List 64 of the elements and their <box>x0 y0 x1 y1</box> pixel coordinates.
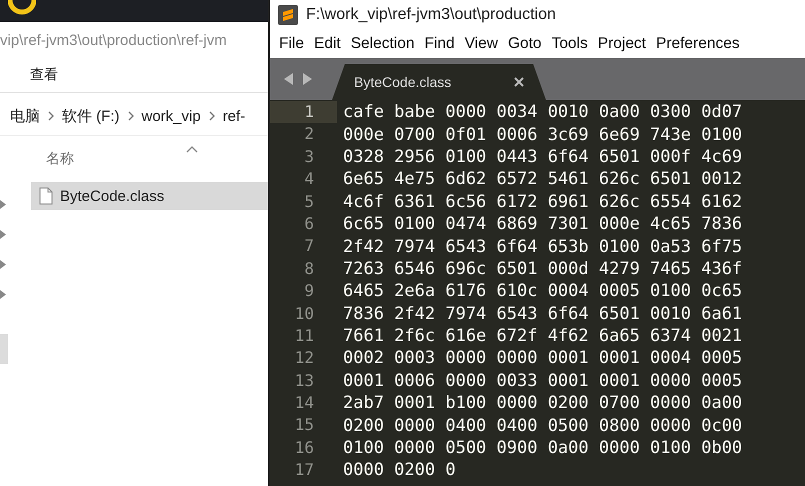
code-line: 0001 0006 0000 0033 0001 0001 0000 0005 <box>342 370 742 391</box>
code-line: 0002 0003 0000 0000 0001 0001 0004 0005 <box>342 348 742 368</box>
menu-item[interactable]: Find <box>419 35 460 53</box>
close-icon[interactable] <box>514 77 524 87</box>
code-line: 0328 2956 0100 0443 6f64 6501 000f 4c69 <box>342 146 742 167</box>
line-number: 16 <box>294 436 315 459</box>
code-line: 7263 6546 696c 6501 000d 4279 7465 436f <box>342 258 742 279</box>
chevron-icon <box>46 111 56 121</box>
line-number: 13 <box>294 370 315 392</box>
code-line: 2f42 7974 6543 6f64 653b 0100 0a53 6f75 <box>342 236 742 257</box>
line-number: 10 <box>294 302 315 325</box>
line-number: 8 <box>303 258 315 280</box>
menu-item[interactable]: Selection <box>346 35 420 53</box>
line-number: 4 <box>303 168 315 190</box>
line-number: 9 <box>303 280 315 302</box>
code-line: cafe babe 0000 0034 0010 0a00 0300 0d07 <box>342 102 742 122</box>
ribbon-tab[interactable]: 查看 <box>30 66 58 84</box>
code-line: 0000 0200 0 <box>342 460 456 480</box>
arrows-icon[interactable] <box>284 73 312 85</box>
file-icon <box>39 187 53 205</box>
window-title: F:\work_vip\ref-jvm3\out\production <box>306 6 556 24</box>
sort-caret-icon <box>186 145 198 153</box>
line-number: 7 <box>303 235 315 258</box>
breadcrumb-item[interactable]: 电脑 <box>0 106 40 126</box>
menu-item[interactable]: Goto <box>502 35 547 53</box>
line-number: 6 <box>303 212 315 235</box>
chevron-icon[interactable] <box>0 200 7 209</box>
line-number: 17 <box>294 459 315 482</box>
line-number: 5 <box>303 190 315 213</box>
tab[interactable]: ByteCode.class <box>332 64 546 100</box>
breadcrumb-item[interactable]: work_vip <box>142 108 201 124</box>
menu-item[interactable]: Preferences <box>651 35 745 53</box>
chevron-icon <box>126 111 136 121</box>
line-number: 3 <box>303 146 315 168</box>
chevron-icon[interactable] <box>0 290 7 299</box>
line-number: 14 <box>294 392 315 414</box>
breadcrumb-item[interactable]: ref- <box>222 108 246 124</box>
line-number: 15 <box>294 414 315 436</box>
code-line: 7661 2f6c 616e 672f 4f62 6a65 6374 0021 <box>342 326 742 346</box>
line-number: 11 <box>294 324 315 347</box>
column-header[interactable]: 名称 <box>46 150 74 168</box>
code-line: 6c65 0100 0474 6869 7301 000e 4c65 7836 <box>342 214 742 234</box>
code-line: 000e 0700 0f01 0006 3c69 6e69 743e 0100 <box>342 124 742 145</box>
logo-icon <box>278 5 298 25</box>
code-line: 4c6f 6361 6c56 6172 6961 626c 6554 6162 <box>342 192 742 212</box>
menu-item[interactable]: Tools <box>546 35 593 53</box>
breadcrumb-item[interactable]: 软件 (F:) <box>62 106 120 126</box>
chevron-icon[interactable] <box>0 230 7 239</box>
code-line: 0100 0000 0500 0900 0a00 0000 0100 0b00 <box>342 438 742 458</box>
chevron-icon <box>206 111 217 121</box>
chevron-icon[interactable] <box>0 260 7 269</box>
menu-item[interactable]: View <box>460 35 503 53</box>
code-line: 6465 2e6a 6176 610c 0004 0005 0100 0c65 <box>342 281 742 302</box>
line-number: 12 <box>294 347 315 370</box>
code-line: 6e65 4e75 6d62 6572 5461 626c 6501 0012 <box>342 169 742 190</box>
line-number: 2 <box>303 123 315 146</box>
file-row[interactable]: ByteCode.class <box>31 182 268 210</box>
menu-item[interactable]: File <box>274 35 309 53</box>
menu-item[interactable]: Project <box>592 35 651 53</box>
code-line: 0200 0000 0400 0400 0500 0800 0000 0c00 <box>342 416 742 436</box>
line-number: 1 <box>270 101 337 124</box>
menu-item[interactable]: Edit <box>308 35 346 53</box>
code-line: 2ab7 0001 b100 0000 0200 0700 0000 0a00 <box>342 393 742 414</box>
code-line: 7836 2f42 7974 6543 6f64 6501 0010 6a61 <box>342 304 742 324</box>
